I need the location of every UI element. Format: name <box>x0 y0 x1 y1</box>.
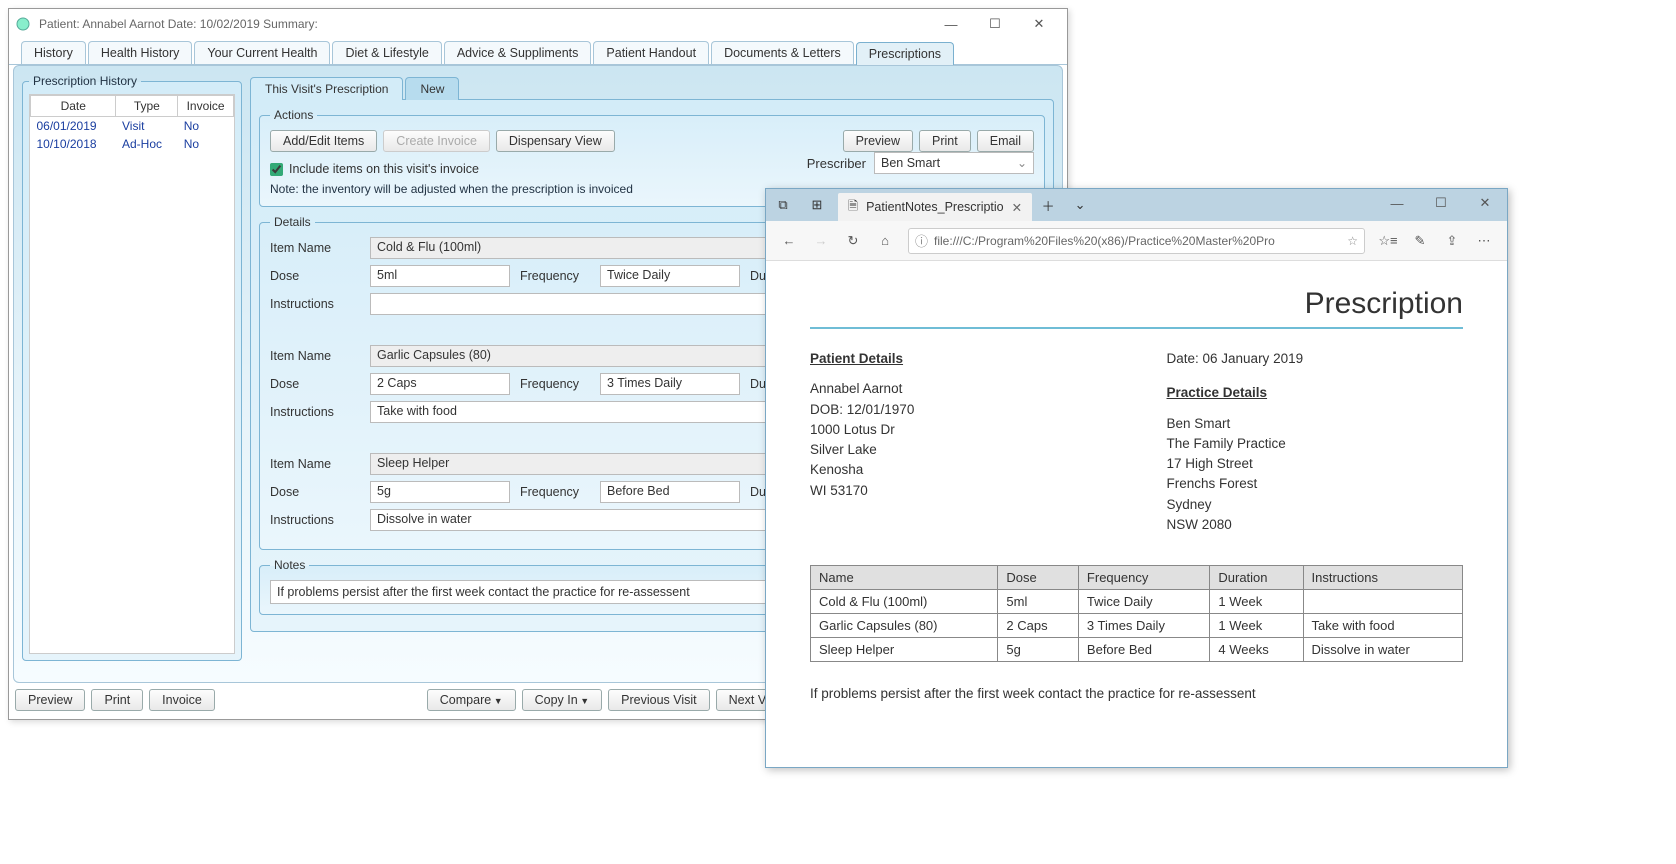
frequency-field[interactable]: 3 Times Daily <box>600 373 740 395</box>
main-tabs: History Health History Your Current Heal… <box>9 39 1067 65</box>
title-rule <box>810 327 1463 329</box>
tab-actions-icon[interactable]: ⧉ <box>766 189 800 221</box>
tab-diet-lifestyle[interactable]: Diet & Lifestyle <box>332 41 441 64</box>
dose-label: Dose <box>270 269 360 283</box>
previous-visit-button[interactable]: Previous Visit <box>608 689 710 711</box>
dose-field[interactable]: 5g <box>370 481 510 503</box>
prescription-history-panel: Prescription History Date Type Invoice 0… <box>22 74 242 674</box>
patient-details: Patient Details Annabel Aarnot DOB: 12/0… <box>810 349 1107 535</box>
instructions-label: Instructions <box>270 297 360 311</box>
tab-advice[interactable]: Advice & Suppliments <box>444 41 592 64</box>
patient-details-heading: Patient Details <box>810 349 1107 369</box>
close-button[interactable]: ✕ <box>1017 10 1061 38</box>
info-icon: ⓘ <box>915 231 928 250</box>
tab-handout[interactable]: Patient Handout <box>593 41 709 64</box>
notes-icon[interactable]: ✎ <box>1411 232 1429 250</box>
col-invoice[interactable]: Invoice <box>178 96 234 117</box>
app-icon <box>15 16 31 32</box>
tab-chevron-icon[interactable]: ⌄ <box>1064 189 1096 221</box>
table-row[interactable]: 10/10/2018 Ad-Hoc No <box>31 135 234 153</box>
dispensary-view-button[interactable]: Dispensary View <box>496 130 615 152</box>
more-icon[interactable]: ⋯ <box>1475 232 1493 250</box>
email-button[interactable]: Email <box>977 130 1034 152</box>
table-row: Sleep Helper 5g Before Bed 4 Weeks Disso… <box>811 638 1463 662</box>
browser-tab-title: PatientNotes_Prescriptio <box>866 200 1004 214</box>
table-row: Cold & Flu (100ml) 5ml Twice Daily 1 Wee… <box>811 590 1463 614</box>
details-legend: Details <box>270 215 315 229</box>
footer-invoice-button[interactable]: Invoice <box>149 689 215 711</box>
frequency-field[interactable]: Before Bed <box>600 481 740 503</box>
home-icon[interactable]: ⌂ <box>876 232 894 250</box>
browser-window: ⧉ ⊞ 🗎 PatientNotes_Prescriptio ✕ ＋ ⌄ — ☐… <box>765 188 1508 768</box>
browser-content: Prescription Patient Details Annabel Aar… <box>766 261 1507 767</box>
footer-preview-button[interactable]: Preview <box>15 689 85 711</box>
favorites-icon[interactable]: ☆≡ <box>1379 232 1397 250</box>
practice-details: Date: 06 January 2019 Practice Details B… <box>1167 349 1464 535</box>
footer-print-button[interactable]: Print <box>91 689 143 711</box>
window-title: Patient: Annabel Aarnot Date: 10/02/2019… <box>39 17 318 31</box>
col-type[interactable]: Type <box>116 96 178 117</box>
browser-tab[interactable]: 🗎 PatientNotes_Prescriptio ✕ <box>838 193 1032 221</box>
table-row: Garlic Capsules (80) 2 Caps 3 Times Dail… <box>811 614 1463 638</box>
frequency-field[interactable]: Twice Daily <box>600 265 740 287</box>
prescription-table: Name Dose Frequency Duration Instruction… <box>810 565 1463 662</box>
browser-close-button[interactable]: ✕ <box>1463 189 1507 217</box>
print-button[interactable]: Print <box>919 130 971 152</box>
browser-maximize-button[interactable]: ☐ <box>1419 189 1463 217</box>
new-tab-button[interactable]: ＋ <box>1032 189 1064 221</box>
inner-tab-new[interactable]: New <box>405 77 459 100</box>
notes-legend: Notes <box>270 558 309 572</box>
page-icon: 🗎 <box>848 197 858 218</box>
favorite-icon[interactable]: ☆ <box>1347 234 1358 248</box>
preview-button[interactable]: Preview <box>843 130 913 152</box>
frequency-label: Frequency <box>520 269 590 283</box>
prescriber-label: Prescriber <box>807 156 866 171</box>
maximize-button[interactable]: ☐ <box>973 10 1017 38</box>
tab-prescriptions[interactable]: Prescriptions <box>856 42 954 65</box>
back-icon[interactable]: ← <box>780 232 798 250</box>
prescription-notes: If problems persist after the first week… <box>810 686 1463 701</box>
prescription-title: Prescription <box>810 287 1463 321</box>
browser-minimize-button[interactable]: — <box>1375 189 1419 217</box>
tab-current-health[interactable]: Your Current Health <box>194 41 330 64</box>
refresh-icon[interactable]: ↻ <box>844 232 862 250</box>
address-bar[interactable]: ⓘ file:///C:/Program%20Files%20(x86)/Pra… <box>908 228 1365 254</box>
practice-details-heading: Practice Details <box>1167 383 1464 403</box>
create-invoice-button: Create Invoice <box>383 130 490 152</box>
compare-button[interactable]: Compare <box>427 689 516 711</box>
titlebar: Patient: Annabel Aarnot Date: 10/02/2019… <box>9 9 1067 39</box>
add-edit-items-button[interactable]: Add/Edit Items <box>270 130 377 152</box>
browser-titlebar: ⧉ ⊞ 🗎 PatientNotes_Prescriptio ✕ ＋ ⌄ — ☐… <box>766 189 1507 221</box>
actions-legend: Actions <box>270 108 317 122</box>
url-text: file:///C:/Program%20Files%20(x86)/Pract… <box>934 234 1341 248</box>
dose-field[interactable]: 2 Caps <box>370 373 510 395</box>
prescriber-select[interactable]: Ben Smart <box>874 152 1034 174</box>
table-row[interactable]: 06/01/2019 Visit No <box>31 117 234 136</box>
minimize-button[interactable]: — <box>929 10 973 38</box>
share-icon[interactable]: ⇪ <box>1443 232 1461 250</box>
copy-in-button[interactable]: Copy In <box>522 689 603 711</box>
inner-tab-this-visit[interactable]: This Visit's Prescription <box>250 77 403 100</box>
dose-field[interactable]: 5ml <box>370 265 510 287</box>
tab-documents[interactable]: Documents & Letters <box>711 41 854 64</box>
prescription-history-legend: Prescription History <box>29 74 141 88</box>
include-items-checkbox[interactable] <box>270 163 283 176</box>
tab-health-history[interactable]: Health History <box>88 41 193 64</box>
prescription-history-table[interactable]: Date Type Invoice 06/01/2019 Visit No 10… <box>29 94 235 654</box>
close-tab-icon[interactable]: ✕ <box>1012 200 1022 215</box>
item-name-label: Item Name <box>270 241 360 255</box>
prescription-date: Date: 06 January 2019 <box>1167 349 1464 369</box>
col-date[interactable]: Date <box>31 96 116 117</box>
forward-icon[interactable]: → <box>812 232 830 250</box>
tab-history[interactable]: History <box>21 41 86 64</box>
include-items-label: Include items on this visit's invoice <box>289 162 479 176</box>
tab-preview-icon[interactable]: ⊞ <box>800 189 834 221</box>
browser-toolbar: ← → ↻ ⌂ ⓘ file:///C:/Program%20Files%20(… <box>766 221 1507 261</box>
